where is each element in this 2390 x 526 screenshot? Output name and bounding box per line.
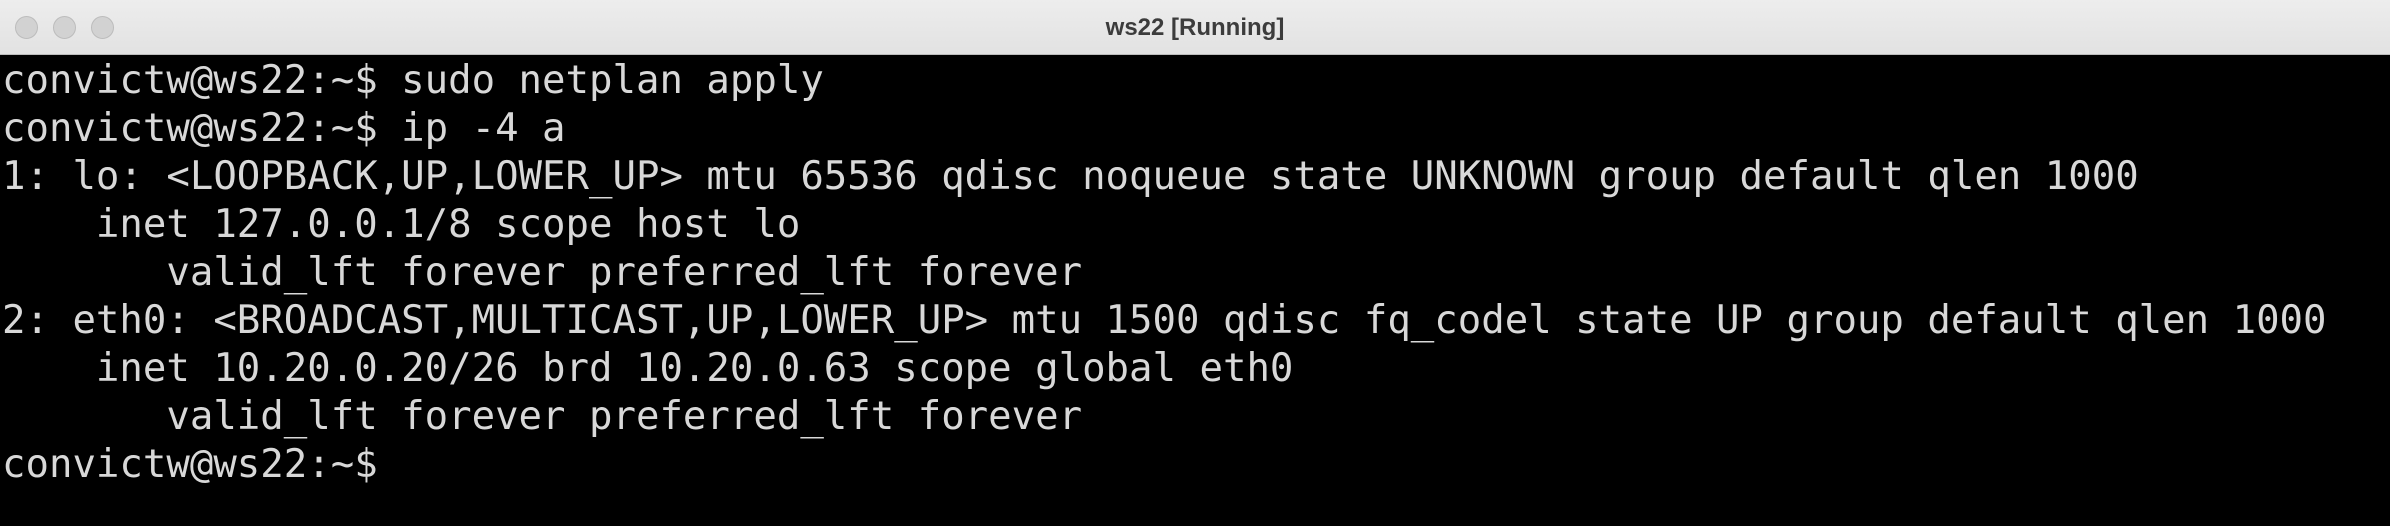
terminal-line: convictw@ws22:~$ ip -4 a [2, 106, 566, 151]
terminal-line: 2: eth0: <BROADCAST,MULTICAST,UP,LOWER_U… [2, 298, 2327, 343]
terminal-console[interactable]: convictw@ws22:~$ sudo netplan apply conv… [0, 57, 2390, 526]
terminal-line: convictw@ws22:~$ sudo netplan apply [2, 58, 824, 103]
window-title: ws22 [Running] [1105, 14, 1285, 41]
terminal-line: inet 10.20.0.20/26 brd 10.20.0.63 scope … [2, 346, 1294, 391]
terminal-prompt: convictw@ws22:~$ [2, 442, 378, 487]
vm-window: ws22 [Running] convictw@ws22:~$ sudo net… [0, 0, 2390, 526]
terminal-line: inet 127.0.0.1/8 scope host lo [2, 202, 801, 247]
terminal-line: valid_lft forever preferred_lft forever [2, 250, 1083, 295]
title-bar[interactable]: ws22 [Running] [0, 0, 2390, 55]
terminal-line: 1: lo: <LOOPBACK,UP,LOWER_UP> mtu 65536 … [2, 154, 2139, 199]
terminal-line: valid_lft forever preferred_lft forever [2, 394, 1083, 439]
